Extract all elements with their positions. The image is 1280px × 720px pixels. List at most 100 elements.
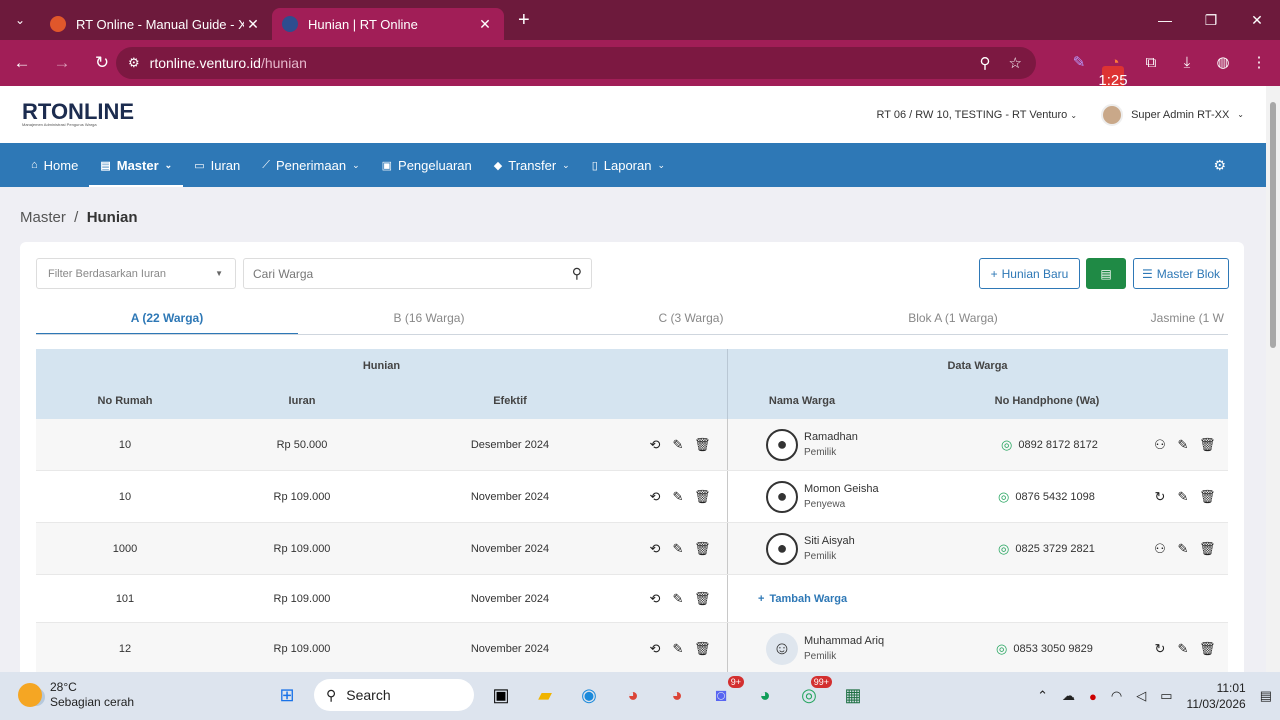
notification-icon[interactable]: ▤ (1260, 688, 1272, 704)
onedrive-icon[interactable]: ☁ (1062, 688, 1075, 704)
tab-blok-a[interactable]: A (22 Warga) (36, 302, 298, 334)
browser-tab-hunian[interactable]: Hunian | RT Online ✕ (272, 8, 504, 40)
minimize-icon[interactable]: — (1142, 0, 1188, 40)
file-explorer-icon[interactable]: ▰ (528, 678, 562, 712)
tab-blok-b[interactable]: B (16 Warga) (298, 302, 560, 334)
add-user-icon[interactable]: ⚇ (1153, 437, 1167, 453)
close-window-icon[interactable]: ✕ (1234, 0, 1280, 40)
add-user-icon[interactable]: ⚇ (1153, 541, 1167, 557)
user-menu[interactable]: Super Admin RT-XX ⌄ (1101, 103, 1244, 126)
whatsapp-icon[interactable]: ◎ (998, 489, 1009, 505)
history-icon[interactable]: ⟲ (648, 541, 662, 557)
edit-icon[interactable]: ✎ (671, 591, 685, 607)
master-blok-button[interactable]: ☰ Master Blok (1133, 258, 1229, 289)
restore-icon[interactable]: ❐ (1188, 0, 1234, 40)
tab-blok-c[interactable]: C (3 Warga) (560, 302, 822, 334)
refresh-icon[interactable]: ↻ (1153, 641, 1167, 657)
menu-item-penerimaan[interactable]: ⟋ Penerimaan ⌄ (251, 143, 370, 187)
edge-icon[interactable]: ◉ (572, 678, 606, 712)
trash-icon[interactable]: 🗑 (1199, 541, 1216, 557)
iuran-filter-select[interactable]: Filter Berdasarkan Iuran ▼ (36, 258, 236, 289)
excel-icon[interactable]: ▦ (836, 678, 870, 712)
reload-icon[interactable]: ↻ (84, 45, 120, 81)
chrome-alt-icon[interactable]: ◕ (748, 678, 782, 712)
chrome-icon[interactable]: ◕ (616, 678, 650, 712)
wifi-icon[interactable]: ◠ (1111, 688, 1122, 704)
address-bar[interactable]: ⚙ rtonline.venturo.id/hunian ⚲ ☆ (116, 47, 1036, 79)
history-icon[interactable]: ⟲ (648, 437, 662, 453)
whatsapp-icon[interactable]: ◎ (1001, 437, 1012, 453)
tab-search-chevron-icon[interactable]: ⌄ (0, 0, 40, 40)
bookmark-star-icon[interactable]: ☆ (1009, 54, 1022, 72)
trash-icon[interactable]: 🗑 (1199, 641, 1216, 657)
back-icon[interactable]: ← (4, 45, 40, 81)
chevron-up-icon[interactable]: ⌃ (1037, 688, 1048, 704)
history-icon[interactable]: ⟲ (648, 591, 662, 607)
menu-item-home[interactable]: ⌂ Home (20, 143, 89, 187)
taskbar-search[interactable]: ⚲ Search (314, 679, 474, 711)
new-hunian-button[interactable]: + Hunian Baru (979, 258, 1080, 289)
settings-gear-icon[interactable]: ⚙ (1213, 157, 1226, 174)
battery-icon[interactable]: ▭ (1160, 688, 1172, 704)
task-view-icon[interactable]: ▣ (484, 678, 518, 712)
forward-icon[interactable]: → (44, 45, 80, 81)
trash-icon[interactable]: 🗑 (694, 641, 711, 657)
whatsapp-icon[interactable]: ◎ (996, 641, 1007, 657)
cell-efektif: November 2024 (470, 643, 550, 655)
browser-tab-manual[interactable]: RT Online - Manual Guide - Xm ✕ (40, 8, 272, 40)
windows-start-icon[interactable]: ⊞ (270, 678, 304, 712)
microphone-icon[interactable]: ● (1089, 689, 1097, 704)
trash-icon[interactable]: 🗑 (694, 437, 711, 453)
feather-extension-icon[interactable]: ✎ (1068, 48, 1090, 76)
history-icon[interactable]: ⟲ (648, 489, 662, 505)
browser-menu-icon[interactable]: ⋮ (1248, 48, 1270, 76)
trash-icon[interactable]: 🗑 (694, 489, 711, 505)
edit-icon[interactable]: ✎ (1176, 437, 1190, 453)
menu-item-laporan[interactable]: ▯ Laporan ⌄ (581, 143, 676, 187)
zoom-icon[interactable]: ⚲ (980, 54, 991, 72)
edit-icon[interactable]: ✎ (1176, 641, 1190, 657)
refresh-icon[interactable]: ↻ (1153, 489, 1167, 505)
menu-item-master[interactable]: ▤ Master ⌄ (89, 143, 184, 187)
profile-avatar-icon[interactable]: ◍ (1212, 48, 1234, 76)
edit-icon[interactable]: ✎ (1176, 541, 1190, 557)
app-logo[interactable]: RTONLINE Manajemen Administrasi Pengurus… (22, 100, 134, 128)
search-warga-input[interactable]: Cari Warga ⚲ (243, 258, 592, 289)
discord-icon[interactable]: ◙ 9+ (704, 676, 744, 712)
edit-icon[interactable]: ✎ (671, 541, 685, 557)
whatsapp-icon[interactable]: ◎ (998, 541, 1009, 557)
trash-icon[interactable]: 🗑 (1199, 489, 1216, 505)
close-tab-icon[interactable]: ✕ (476, 16, 494, 33)
cell-no-rumah: 12 (118, 643, 132, 655)
menu-item-pengeluaran[interactable]: ▣ Pengeluaran (371, 143, 483, 187)
history-icon[interactable]: ⟲ (648, 641, 662, 657)
volume-icon[interactable]: ◁ (1136, 688, 1146, 704)
puzzle-extensions-icon[interactable]: ⧉ (1140, 48, 1162, 76)
tab-blok-a2[interactable]: Blok A (1 Warga) (822, 302, 1084, 334)
add-warga-link[interactable]: + Tambah Warga (758, 575, 847, 622)
edit-icon[interactable]: ✎ (1176, 489, 1190, 505)
chrome-profile-icon[interactable]: ◕ (660, 678, 694, 712)
whatsapp-icon[interactable]: ◎ 99+ (792, 676, 832, 712)
page-scrollbar[interactable] (1266, 86, 1280, 672)
trash-icon[interactable]: 🗑 (1199, 437, 1216, 453)
download-icon[interactable]: ⤓ (1176, 48, 1198, 76)
new-tab-icon[interactable]: + (518, 9, 530, 32)
trash-icon[interactable]: 🗑 (694, 591, 711, 607)
organization-selector[interactable]: RT 06 / RW 10, TESTING - RT Venturo ⌄ (877, 109, 1078, 121)
tab-jasmine[interactable]: Jasmine (1 W (1084, 302, 1224, 334)
trash-icon[interactable]: 🗑 (694, 541, 711, 557)
menu-item-iuran[interactable]: ▭ Iuran (183, 143, 251, 187)
clock[interactable]: 11:01 11/03/2026 (1187, 680, 1246, 712)
timer-extension-icon[interactable]: ◔ 1:25 (1098, 48, 1128, 94)
scrollbar-thumb[interactable] (1270, 102, 1276, 348)
edit-icon[interactable]: ✎ (671, 489, 685, 505)
breadcrumb-parent[interactable]: Master (20, 209, 66, 226)
edit-icon[interactable]: ✎ (671, 641, 685, 657)
menu-item-transfer[interactable]: ◆ Transfer ⌄ (483, 143, 581, 187)
export-excel-button[interactable]: ▤ (1086, 258, 1126, 289)
site-info-icon[interactable]: ⚙ (128, 55, 140, 71)
weather-widget[interactable]: 28°C Sebagian cerah (18, 680, 134, 710)
edit-icon[interactable]: ✎ (671, 437, 685, 453)
close-tab-icon[interactable]: ✕ (244, 16, 262, 33)
